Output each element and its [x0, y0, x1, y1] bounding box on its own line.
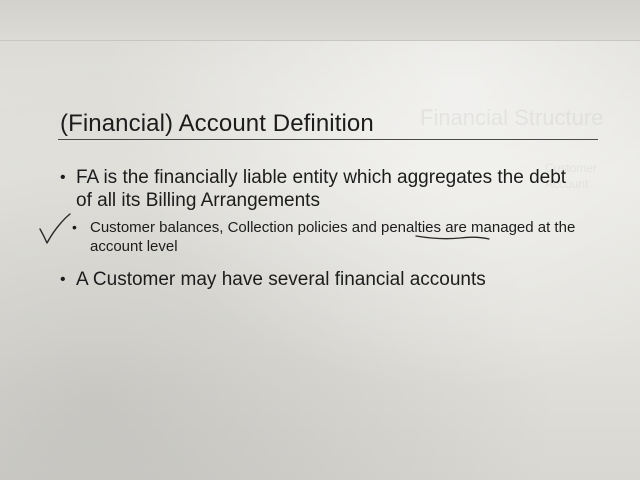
- sub-bullet-list-item: • Customer balances, Collection policies…: [72, 218, 602, 256]
- bullet-text: FA is the financially liable entity whic…: [76, 167, 567, 211]
- bullet-marker: •: [60, 271, 66, 288]
- bullet-list-item: • A Customer may have several financial …: [60, 268, 580, 291]
- slide-title: (Financial) Account Definition: [60, 110, 374, 137]
- bullet-list-item: • FA is the financially liable entity wh…: [60, 166, 580, 212]
- bullet-marker: •: [72, 219, 77, 235]
- title-rule: [58, 139, 598, 140]
- bullet-text: A Customer may have several financial ac…: [76, 269, 486, 290]
- bullet-marker: •: [60, 169, 66, 186]
- bullet-text: Customer balances, Collection policies a…: [90, 219, 576, 255]
- slide: (Financial) Account Definition • FA is t…: [0, 0, 640, 480]
